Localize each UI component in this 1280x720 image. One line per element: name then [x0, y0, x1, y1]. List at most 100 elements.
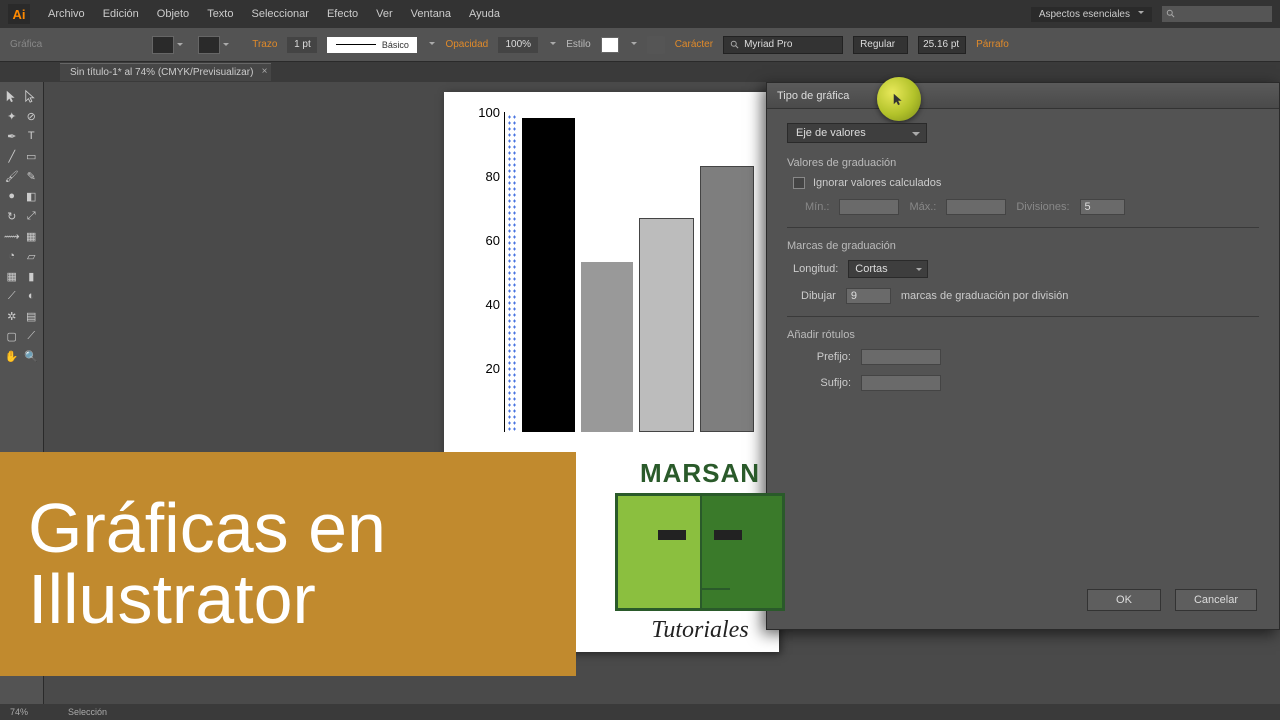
divisions-field[interactable]: 5	[1080, 199, 1125, 215]
marsan-subtitle: Tutoriales	[590, 617, 810, 644]
shape-builder-tool[interactable]: ◔	[2, 246, 22, 266]
title-line-2: Illustrator	[28, 564, 576, 635]
prefix-label: Prefijo:	[807, 351, 851, 363]
lasso-tool[interactable]: ⊘	[22, 106, 42, 126]
menubar: Ai Archivo Edición Objeto Texto Seleccio…	[0, 0, 1280, 28]
suffix-field[interactable]	[861, 375, 941, 391]
chevron-down-icon	[550, 42, 556, 48]
chevron-down-icon	[429, 42, 435, 48]
artboard-tool[interactable]: ▢	[2, 326, 22, 346]
font-size-field[interactable]: 25.16 pt	[918, 36, 966, 54]
direct-selection-tool[interactable]	[22, 86, 42, 106]
font-weight-dropdown[interactable]: Regular	[853, 36, 908, 54]
selection-tool[interactable]	[2, 86, 22, 106]
menu-ver[interactable]: Ver	[376, 8, 393, 20]
menu-ayuda[interactable]: Ayuda	[469, 8, 500, 20]
min-label: Mín.:	[805, 201, 829, 213]
cursor-highlight-icon	[877, 77, 921, 121]
chevron-down-icon	[1138, 11, 1144, 17]
blob-brush-tool[interactable]: ●	[2, 186, 22, 206]
cancel-button[interactable]: Cancelar	[1175, 589, 1257, 611]
scale-tool[interactable]: ⤢	[22, 206, 42, 226]
zoom-tool[interactable]: 🔍	[22, 346, 42, 366]
slice-tool[interactable]: ⟋	[22, 326, 42, 346]
bar-1[interactable]	[522, 118, 575, 432]
hand-tool[interactable]: ✋	[2, 346, 22, 366]
menu-ventana[interactable]: Ventana	[411, 8, 451, 20]
blend-tool[interactable]: ◐	[22, 286, 42, 306]
status-bar: 74% Selección	[0, 704, 1280, 720]
divisions-label: Divisiones:	[1016, 201, 1069, 213]
opacity-label: Opacidad	[445, 39, 488, 50]
bar-chart[interactable]: 100 80 60 40 20	[474, 112, 754, 472]
search-input[interactable]	[1162, 6, 1272, 22]
symbol-sprayer-tool[interactable]: ✲	[2, 306, 22, 326]
axis-dropdown[interactable]: Eje de valores	[787, 123, 927, 143]
search-icon	[730, 40, 740, 50]
eyedropper-tool[interactable]: ⟋	[2, 286, 22, 306]
ytick-100: 100	[474, 105, 500, 120]
menu-texto[interactable]: Texto	[207, 8, 233, 20]
line-tool[interactable]: ╱	[2, 146, 22, 166]
bar-4[interactable]	[700, 166, 755, 432]
draw-field[interactable]: 9	[846, 288, 891, 304]
status-selection: Selección	[68, 707, 107, 717]
eraser-tool[interactable]: ◧	[22, 186, 42, 206]
prefix-field[interactable]	[861, 349, 941, 365]
menu-objeto[interactable]: Objeto	[157, 8, 189, 20]
bar-2[interactable]	[581, 262, 634, 432]
zoom-level[interactable]: 74%	[10, 707, 28, 717]
pen-tool[interactable]: ✒	[2, 126, 22, 146]
font-family-dropdown[interactable]: Myriad Pro	[723, 36, 843, 54]
mesh-tool[interactable]: ▦	[2, 266, 22, 286]
stroke-swatch[interactable]	[198, 36, 220, 54]
rotate-tool[interactable]: ↻	[2, 206, 22, 226]
paintbrush-tool[interactable]: 🖌	[2, 166, 22, 186]
opacity-field[interactable]: 100%	[498, 37, 538, 53]
type-tool[interactable]: T	[22, 126, 42, 146]
workspace-dropdown[interactable]: Aspectos esenciales	[1031, 7, 1152, 22]
controlbar: Gráfica Trazo 1 pt Básico Opacidad 100% …	[0, 28, 1280, 62]
free-transform-tool[interactable]: ▦	[22, 226, 42, 246]
menu-archivo[interactable]: Archivo	[48, 8, 85, 20]
group-label-add-labels: Añadir rótulos	[787, 329, 1259, 341]
transparency-icon[interactable]	[647, 36, 665, 54]
pencil-tool[interactable]: ✎	[22, 166, 42, 186]
width-tool[interactable]: ⟿	[2, 226, 22, 246]
perspective-tool[interactable]: ▱	[22, 246, 42, 266]
menu-efecto[interactable]: Efecto	[327, 8, 358, 20]
ytick-60: 60	[474, 233, 500, 248]
max-field[interactable]	[946, 199, 1006, 215]
y-axis	[504, 112, 505, 432]
gradient-tool[interactable]: ▮	[22, 266, 42, 286]
length-label: Longitud:	[793, 263, 838, 275]
title-line-1: Gráficas en	[28, 493, 576, 564]
selection-highlight	[507, 114, 517, 432]
stroke-weight-field[interactable]: 1 pt	[287, 37, 317, 53]
dialog-titlebar[interactable]: Tipo de gráfica	[767, 83, 1279, 109]
graph-type-dialog: Tipo de gráfica Eje de valores Valores d…	[766, 82, 1280, 630]
ytick-80: 80	[474, 169, 500, 184]
document-tab[interactable]: Sin título-1* al 74% (CMYK/Previsualizar…	[60, 63, 271, 81]
graph-tool[interactable]: ▤	[22, 306, 42, 326]
style-swatch[interactable]	[601, 37, 619, 53]
min-field[interactable]	[839, 199, 899, 215]
bar-3[interactable]	[639, 218, 694, 432]
workspace-label: Aspectos esenciales	[1039, 9, 1130, 20]
character-label: Carácter	[675, 39, 713, 50]
stroke-style-dropdown[interactable]: Básico	[327, 37, 417, 53]
suffix-label: Sufijo:	[807, 377, 851, 389]
ignore-calculated-label: Ignorar valores calculados	[813, 177, 941, 189]
rectangle-tool[interactable]: ▭	[22, 146, 42, 166]
ok-button[interactable]: OK	[1087, 589, 1161, 611]
menu-edicion[interactable]: Edición	[103, 8, 139, 20]
menu-seleccionar[interactable]: Seleccionar	[251, 8, 308, 20]
marsan-logo-icon	[615, 493, 785, 611]
marsan-logo-block: MARSAN Tutoriales	[590, 458, 810, 644]
length-dropdown[interactable]: Cortas	[848, 260, 928, 278]
magic-wand-tool[interactable]: ✦	[2, 106, 22, 126]
control-context-label: Gráfica	[10, 39, 42, 50]
fill-swatch[interactable]	[152, 36, 174, 54]
max-label: Máx.:	[909, 201, 936, 213]
ignore-calculated-checkbox[interactable]	[793, 177, 805, 189]
